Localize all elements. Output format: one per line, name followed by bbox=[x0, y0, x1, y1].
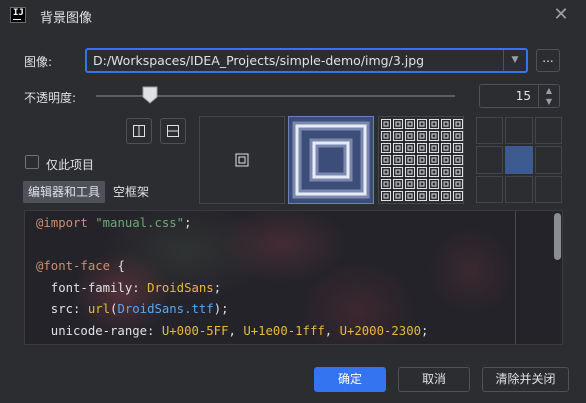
code-token: DroidSans bbox=[147, 280, 214, 295]
code-token: font-family: bbox=[36, 280, 148, 295]
code-token: "manual.css" bbox=[95, 216, 185, 230]
code-line: @import "manual.css"; bbox=[36, 213, 428, 235]
code-token: ); bbox=[213, 302, 229, 316]
tab-empty-frame[interactable]: 空框架 bbox=[113, 183, 149, 201]
only-project-checkbox[interactable] bbox=[25, 155, 39, 169]
code-token: U+1e00-1fff bbox=[243, 323, 325, 338]
code-token: ; bbox=[421, 323, 429, 338]
flip-horizontal-icon bbox=[133, 125, 145, 137]
code-token: U+2000-2300 bbox=[339, 323, 421, 338]
image-path-combobox[interactable]: D:/Workspaces/IDEA_Projects/simple-demo/… bbox=[85, 48, 528, 73]
opacity-spinner[interactable]: 15 ▲ ▼ bbox=[479, 84, 560, 108]
image-path-input[interactable]: D:/Workspaces/IDEA_Projects/simple-demo/… bbox=[93, 53, 424, 68]
image-label: 图像: bbox=[24, 55, 53, 69]
flip-horizontal-button[interactable] bbox=[126, 118, 152, 144]
opacity-slider-thumb[interactable] bbox=[142, 86, 158, 104]
anchor-right[interactable] bbox=[534, 146, 562, 174]
intellij-logo-icon: IJ bbox=[10, 7, 26, 23]
code-preview: @import "manual.css"; @font-face { font-… bbox=[36, 213, 428, 342]
flip-vertical-button[interactable] bbox=[160, 118, 186, 144]
opacity-value[interactable]: 15 bbox=[516, 89, 531, 103]
code-line: font-family: DroidSans; bbox=[36, 278, 428, 300]
code-token: src: bbox=[36, 302, 88, 316]
opacity-label: 不透明度: bbox=[24, 91, 77, 105]
code-token: @font-face bbox=[36, 259, 111, 273]
code-token: @import bbox=[36, 216, 88, 230]
code-token: { bbox=[110, 259, 125, 273]
code-token: , bbox=[228, 323, 244, 338]
anchor-top-right[interactable] bbox=[534, 117, 562, 145]
code-token: DroidSans.ttf bbox=[117, 302, 214, 316]
fill-mode-scale[interactable] bbox=[288, 116, 374, 204]
code-token: ; bbox=[184, 216, 192, 230]
only-project-label[interactable]: 仅此项目 bbox=[46, 156, 94, 173]
anchor-left[interactable] bbox=[476, 146, 504, 174]
anchor-grid bbox=[476, 117, 562, 203]
browse-button[interactable]: ... bbox=[536, 49, 560, 72]
anchor-bottom-left[interactable] bbox=[476, 175, 504, 203]
preview-scrollbar[interactable] bbox=[554, 213, 561, 260]
chevron-down-icon[interactable]: ▼ bbox=[503, 50, 526, 71]
anchor-top-left[interactable] bbox=[476, 117, 504, 145]
flip-vertical-icon bbox=[167, 125, 179, 137]
code-token: , bbox=[324, 323, 340, 338]
code-token: unicode-range: bbox=[36, 323, 162, 338]
code-line: unicode-range: U+000-5FF, U+1e00-1fff, U… bbox=[36, 321, 429, 343]
dialog-title: 背景图像 bbox=[40, 11, 93, 26]
fill-mode-center[interactable] bbox=[199, 116, 285, 204]
anchor-bottom-right[interactable] bbox=[534, 175, 562, 203]
anchor-top[interactable] bbox=[505, 117, 533, 145]
anchor-bottom[interactable] bbox=[505, 175, 533, 203]
code-token: U+000-5FF bbox=[161, 323, 229, 338]
clear-and-close-button[interactable]: 清除并关闭 bbox=[482, 367, 569, 392]
code-token: url bbox=[87, 302, 111, 316]
fill-mode-tile[interactable] bbox=[378, 116, 464, 204]
close-icon[interactable]: ✕ bbox=[550, 5, 572, 27]
code-line: @font-face { bbox=[36, 256, 428, 278]
editor-preview: @import "manual.css"; @font-face { font-… bbox=[24, 210, 563, 345]
tab-editor-and-tools[interactable]: 编辑器和工具 bbox=[23, 181, 105, 203]
right-margin-guide bbox=[515, 211, 516, 344]
ok-button[interactable]: 确定 bbox=[314, 367, 386, 392]
code-token: ; bbox=[213, 280, 222, 295]
cancel-button[interactable]: 取消 bbox=[398, 367, 470, 392]
code-line: src: url(DroidSans.ttf); bbox=[36, 299, 428, 321]
anchor-center[interactable] bbox=[505, 146, 533, 174]
spinner-arrows-icon[interactable]: ▲ ▼ bbox=[538, 85, 559, 107]
